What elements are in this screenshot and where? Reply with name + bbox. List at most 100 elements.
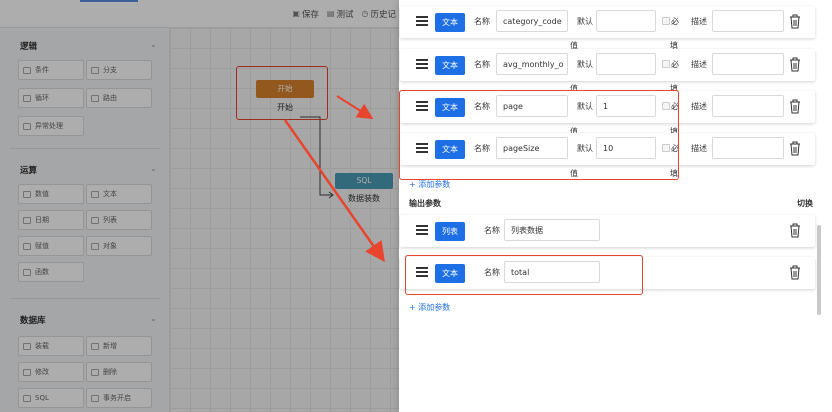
output-params-title: 输出参数: [409, 199, 441, 208]
trash-icon[interactable]: [789, 141, 801, 156]
name-label: 名称: [484, 226, 500, 235]
palette-item-sql[interactable]: SQL: [18, 388, 84, 408]
node-icon: [91, 94, 99, 102]
palette-item-function[interactable]: 函数: [18, 262, 84, 282]
palette-item-text[interactable]: 文本: [86, 184, 152, 204]
section-title-logic[interactable]: 逻辑: [20, 40, 37, 52]
palette-item-loop[interactable]: 循环: [18, 88, 84, 108]
output-param-row: 列表 名称 列表数据: [400, 215, 815, 247]
desc-label: 描述: [691, 102, 707, 111]
test-icon: ▤: [326, 9, 335, 18]
node-icon: [23, 368, 31, 376]
node-palette: 逻辑 ⌄ 条件 分支 循环 路由 异常处理 运算 ⌄ 数值 文本 日期 列表 赋…: [0, 28, 170, 412]
palette-item-transaction[interactable]: 事务开启: [86, 388, 152, 408]
palette-item-object[interactable]: 对象: [86, 236, 152, 256]
drawer-scrollbar[interactable]: [817, 225, 821, 315]
annotation-box: [236, 66, 328, 120]
desc-label: 描述: [691, 60, 707, 69]
required-checkbox[interactable]: [662, 60, 670, 68]
node-icon: [23, 268, 31, 276]
palette-item-exception[interactable]: 异常处理: [18, 116, 84, 136]
type-button[interactable]: 列表: [435, 222, 465, 241]
palette-item-condition[interactable]: 条件: [18, 60, 84, 80]
input-param-row: 文本 名称 category_code 默认 必 描述: [400, 6, 815, 38]
palette-item-delete[interactable]: 删除: [86, 362, 152, 382]
node-icon: [23, 216, 31, 224]
save-icon: ▣: [292, 9, 300, 18]
node-icon: [91, 368, 99, 376]
required-label: 必: [671, 17, 679, 26]
canvas-toolbar: ▣ 保存 ▤ 测试 ◷ 历史记: [170, 0, 400, 28]
palette-item-route[interactable]: 路由: [86, 88, 152, 108]
node-icon: [91, 342, 99, 350]
trash-icon[interactable]: [789, 99, 801, 114]
node-icon: [91, 242, 99, 250]
desc-input[interactable]: [712, 95, 784, 117]
drag-list-icon[interactable]: [416, 224, 428, 236]
palette-item-load[interactable]: 装载: [18, 336, 84, 356]
chevron-down-icon[interactable]: ⌄: [150, 40, 157, 49]
left-header: [0, 0, 170, 28]
node-icon: [23, 122, 31, 130]
name-label: 名称: [474, 17, 490, 26]
clock-icon: ◷: [361, 9, 369, 18]
required-label: 必: [671, 60, 679, 69]
palette-item-number[interactable]: 数值: [18, 184, 84, 204]
trash-icon[interactable]: [789, 57, 801, 72]
add-output-param-button[interactable]: + 添加参数: [409, 302, 450, 313]
default-value-input[interactable]: [596, 10, 656, 32]
node-icon: [91, 394, 99, 402]
chevron-down-icon[interactable]: ⌄: [150, 164, 157, 173]
active-tab-indicator: [80, 0, 138, 2]
type-button[interactable]: 文本: [435, 56, 465, 75]
node-icon: [23, 242, 31, 250]
palette-item-branch[interactable]: 分支: [86, 60, 152, 80]
sql-node[interactable]: SQL: [335, 173, 393, 189]
node-icon: [23, 342, 31, 350]
palette-item-list[interactable]: 列表: [86, 210, 152, 230]
divider: [10, 148, 160, 149]
node-icon: [23, 190, 31, 198]
trash-icon[interactable]: [789, 265, 801, 280]
desc-input[interactable]: [712, 53, 784, 75]
test-button[interactable]: ▤ 测试: [327, 8, 354, 20]
sql-node-caption: 数据装数: [348, 194, 380, 203]
param-name-input[interactable]: avg_monthly_o: [496, 53, 568, 75]
annotation-box: [399, 90, 679, 180]
type-button[interactable]: 文本: [435, 13, 465, 32]
history-button[interactable]: ◷ 历史记: [362, 8, 397, 20]
section-title-operation[interactable]: 运算: [20, 164, 37, 176]
default-label: 默认: [577, 60, 593, 69]
annotation-box: [405, 255, 643, 295]
default-value-input[interactable]: [596, 53, 656, 75]
trash-icon[interactable]: [789, 14, 801, 29]
desc-input[interactable]: [712, 10, 784, 32]
save-button[interactable]: ▣ 保存: [292, 8, 319, 20]
palette-item-assign[interactable]: 赋值: [18, 236, 84, 256]
palette-item-insert[interactable]: 新增: [86, 336, 152, 356]
required-checkbox[interactable]: [662, 17, 670, 25]
switch-button[interactable]: 切换: [797, 198, 813, 209]
param-name-input[interactable]: 列表数据: [504, 219, 600, 241]
divider: [10, 298, 160, 299]
section-title-database[interactable]: 数据库: [20, 314, 46, 326]
drag-list-icon[interactable]: [416, 15, 428, 27]
node-icon: [23, 94, 31, 102]
drag-list-icon[interactable]: [416, 58, 428, 70]
palette-item-update[interactable]: 修改: [18, 362, 84, 382]
palette-item-date[interactable]: 日期: [18, 210, 84, 230]
input-param-row: 文本 名称 avg_monthly_o 默认 必 描述: [400, 49, 815, 81]
desc-label: 描述: [691, 17, 707, 26]
node-icon: [23, 394, 31, 402]
trash-icon[interactable]: [789, 223, 801, 238]
node-icon: [91, 66, 99, 74]
chevron-down-icon[interactable]: ⌄: [150, 314, 157, 323]
node-icon: [91, 216, 99, 224]
name-label: 名称: [474, 60, 490, 69]
node-icon: [23, 66, 31, 74]
desc-input[interactable]: [712, 137, 784, 159]
default-label: 默认: [577, 17, 593, 26]
param-name-input[interactable]: category_code: [496, 10, 568, 32]
add-input-param-button[interactable]: + 添加参数: [409, 179, 450, 190]
desc-label: 描述: [691, 144, 707, 153]
